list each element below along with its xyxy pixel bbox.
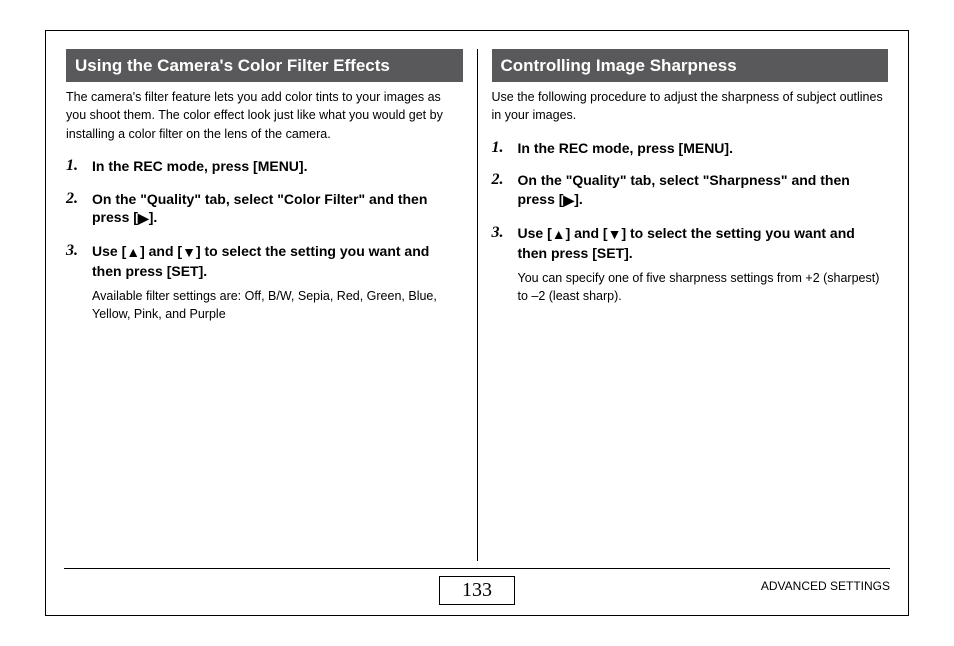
steps-list: In the REC mode, press [MENU]. On the "Q… xyxy=(492,139,889,306)
intro-text: Use the following procedure to adjust th… xyxy=(492,88,889,124)
section-heading-color-filter: Using the Camera's Color Filter Effects xyxy=(66,49,463,82)
step-text-mid: ] and [ xyxy=(566,225,608,241)
page-footer: 133 ADVANCED SETTINGS xyxy=(64,568,890,605)
step-text-post: ]. xyxy=(574,191,583,207)
step-1: In the REC mode, press [MENU]. xyxy=(66,157,463,176)
step-text-pre: Use [ xyxy=(92,243,126,259)
triangle-right-icon: ▶ xyxy=(138,209,149,228)
footer-section-label: ADVANCED SETTINGS xyxy=(761,579,890,593)
triangle-down-icon: ▼ xyxy=(182,243,196,262)
step-text-post: ]. xyxy=(149,209,158,225)
step-subtext: You can specify one of five sharpness se… xyxy=(518,269,889,305)
page-number: 133 xyxy=(439,576,515,605)
page-frame: Using the Camera's Color Filter Effects … xyxy=(45,30,909,616)
step-subtext: Available filter settings are: Off, B/W,… xyxy=(92,287,463,323)
step-text-mid: ] and [ xyxy=(140,243,182,259)
triangle-up-icon: ▲ xyxy=(126,243,140,262)
left-column: Using the Camera's Color Filter Effects … xyxy=(64,49,477,561)
footer-rule xyxy=(64,568,890,569)
triangle-up-icon: ▲ xyxy=(552,225,566,244)
step-text: In the REC mode, press [MENU]. xyxy=(518,140,733,156)
step-1: In the REC mode, press [MENU]. xyxy=(492,139,889,158)
step-text-pre: Use [ xyxy=(518,225,552,241)
step-2: On the "Quality" tab, select "Sharpness"… xyxy=(492,171,889,210)
triangle-down-icon: ▼ xyxy=(608,225,622,244)
intro-text: The camera's filter feature lets you add… xyxy=(66,88,463,142)
step-2: On the "Quality" tab, select "Color Filt… xyxy=(66,190,463,229)
step-3: Use [▲] and [▼] to select the setting yo… xyxy=(492,224,889,305)
triangle-right-icon: ▶ xyxy=(563,191,574,210)
right-column: Controlling Image Sharpness Use the foll… xyxy=(478,49,891,561)
step-text: In the REC mode, press [MENU]. xyxy=(92,158,307,174)
content-area: Using the Camera's Color Filter Effects … xyxy=(64,49,890,561)
section-heading-sharpness: Controlling Image Sharpness xyxy=(492,49,889,82)
footer-row: 133 ADVANCED SETTINGS xyxy=(64,575,890,605)
step-3: Use [▲] and [▼] to select the setting yo… xyxy=(66,242,463,323)
steps-list: In the REC mode, press [MENU]. On the "Q… xyxy=(66,157,463,324)
